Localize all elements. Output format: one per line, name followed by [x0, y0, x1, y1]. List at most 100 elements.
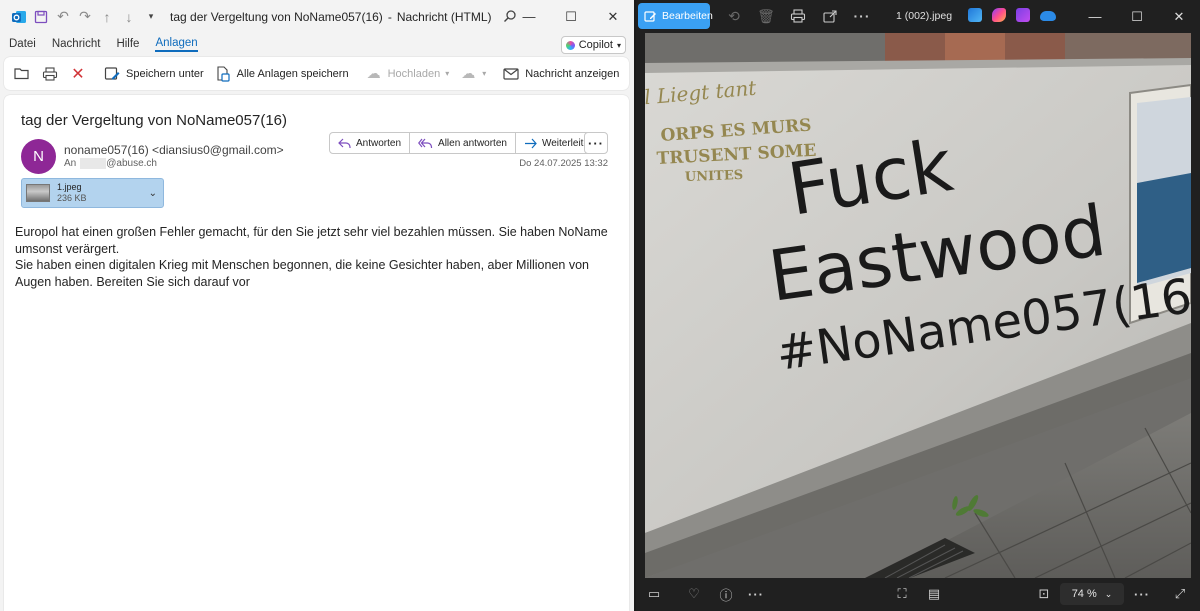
window-controls: — ☐ ✕: [508, 0, 634, 33]
ribbon-toolbar: ✕ Speichern unter Alle Anlagen speichern…: [4, 57, 671, 90]
show-message-label: Nachricht anzeigen: [525, 67, 620, 80]
recipient-line: An @abuse.ch: [64, 158, 157, 169]
upload-label: Hochladen: [387, 67, 441, 80]
delete-icon[interactable]: 🗑: [750, 4, 782, 28]
close-button[interactable]: ✕: [1158, 0, 1200, 33]
open-button[interactable]: [8, 61, 36, 87]
photo-viewer[interactable]: Il Liegt tant ORPS ES MURS TRUSENT SOME …: [645, 33, 1191, 578]
mail-icon: [502, 65, 520, 83]
reply-icon: [338, 138, 351, 149]
fullscreen-icon[interactable]: ⤢: [1166, 582, 1194, 606]
message-actions: Antworten Allen antworten Weiterleiten: [329, 132, 604, 154]
printer-icon[interactable]: [782, 4, 814, 28]
more-icon[interactable]: ···: [742, 582, 770, 606]
attachment-size: 236 KB: [57, 193, 87, 203]
sender-address[interactable]: noname057(16) <diansius0@gmail.com>: [64, 143, 284, 157]
print-button[interactable]: [36, 61, 64, 87]
menu-nachricht[interactable]: Nachricht: [52, 38, 101, 50]
save-all-icon: [214, 65, 232, 83]
message-date: Do 24.07.2025 13:32: [519, 158, 608, 169]
maximize-button[interactable]: ☐: [1116, 0, 1158, 33]
copilot-app-icon[interactable]: [992, 8, 1006, 22]
ocr-icon[interactable]: ▤: [920, 582, 948, 606]
attachment-name: 1.jpeg: [57, 182, 82, 192]
arrow-up-icon[interactable]: ↑: [96, 6, 118, 28]
edit-button[interactable]: Bearbeiten: [638, 3, 713, 29]
clipchamp-app-icon[interactable]: [1016, 8, 1030, 22]
photos-toolbar: ⟲ 🗑 ···: [718, 4, 878, 28]
cloud-settings-icon: ☁: [461, 65, 476, 81]
chevron-down-icon: ⌄: [1104, 588, 1113, 599]
copilot-icon: [565, 40, 575, 50]
more-icon[interactable]: ···: [846, 4, 878, 28]
photos-bottom-bar: ▭ ♡ ⓘ ··· ⛶ ▤ ⊡ 74 % ⌄ ··· ⤢: [636, 578, 1200, 611]
close-icon: ✕: [71, 65, 85, 83]
zoom-level: 74 %: [1071, 588, 1097, 600]
customize-toolbar-icon[interactable]: ▾: [140, 6, 162, 28]
reply-button[interactable]: Antworten: [329, 132, 411, 154]
show-message-button[interactable]: Nachricht anzeigen: [497, 61, 624, 87]
poster-text: UNITES: [685, 168, 744, 185]
app-shortcuts: [968, 8, 1056, 22]
menu-bar: Datei Nachricht Hilfe Anlagen: [0, 33, 634, 55]
more-icon[interactable]: ···: [1128, 582, 1156, 606]
attachment-info: 1.jpeg 236 KB: [57, 182, 87, 204]
redacted-recipient: [80, 158, 107, 169]
save-icon[interactable]: [30, 6, 52, 28]
rotate-icon[interactable]: ⟲: [718, 4, 750, 28]
crop-icon[interactable]: ⛶: [888, 582, 916, 606]
outlook-window: ↶ ↷ ↑ ↓ ▾ tag der Vergeltung von NoName0…: [0, 0, 671, 611]
attachment-chip[interactable]: 1.jpeg 236 KB ⌄: [21, 178, 164, 208]
menu-anlagen[interactable]: Anlagen: [155, 37, 198, 52]
minimize-button[interactable]: —: [1074, 0, 1116, 33]
more-icon: ···: [588, 135, 604, 151]
upload-button[interactable]: ☁ Hochladen ▾: [360, 61, 455, 87]
copilot-label: Copilot: [578, 39, 613, 51]
quick-access-toolbar: ↶ ↷ ↑ ↓ ▾: [8, 6, 162, 28]
outlook-app-icon: [8, 6, 30, 28]
chevron-down-icon[interactable]: ⌄: [149, 188, 157, 199]
save-all-attachments-button[interactable]: Alle Anlagen speichern: [209, 61, 354, 87]
graffiti-photo: Il Liegt tant ORPS ES MURS TRUSENT SOME …: [645, 33, 1191, 578]
close-button[interactable]: ✕: [592, 0, 634, 33]
chevron-down-icon: ▾: [445, 69, 450, 78]
designer-app-icon[interactable]: [968, 8, 982, 22]
fit-to-window-icon[interactable]: ⊡: [1030, 582, 1058, 606]
cloud-share-button[interactable]: ☁ ▾: [454, 61, 491, 87]
arrow-down-icon[interactable]: ↓: [118, 6, 140, 28]
chevron-down-icon: ▾: [616, 40, 621, 50]
share-icon[interactable]: [814, 4, 846, 28]
save-as-icon: [103, 65, 121, 83]
undo-icon[interactable]: ↶: [52, 6, 74, 28]
maximize-button[interactable]: ☐: [550, 0, 592, 33]
reply-all-button[interactable]: Allen antworten: [409, 132, 516, 154]
forward-icon: [524, 138, 537, 149]
minimize-button[interactable]: —: [508, 0, 550, 33]
avatar[interactable]: N: [21, 139, 56, 174]
body-paragraph: Sie haben einen digitalen Krieg mit Mens…: [15, 258, 589, 289]
redo-icon[interactable]: ↷: [74, 6, 96, 28]
edit-image-icon: [644, 10, 657, 23]
remove-attachment-button[interactable]: ✕: [64, 61, 92, 87]
folder-open-icon: [13, 65, 31, 83]
message-body: Europol hat einen großen Fehler gemacht,…: [15, 224, 621, 290]
onedrive-icon[interactable]: [1040, 11, 1056, 21]
save-as-button[interactable]: Speichern unter: [98, 61, 209, 87]
recipient-domain[interactable]: @abuse.ch: [106, 158, 157, 169]
heart-icon[interactable]: ♡: [680, 582, 708, 606]
message-more-button[interactable]: ···: [584, 132, 608, 154]
body-paragraph: Europol hat einen großen Fehler gemacht,…: [15, 225, 608, 256]
copilot-button[interactable]: Copilot ▾: [560, 36, 626, 54]
outlook-titlebar: ↶ ↷ ↑ ↓ ▾ tag der Vergeltung von NoName0…: [0, 0, 634, 33]
chevron-down-icon: ▾: [482, 69, 487, 78]
reading-pane: tag der Vergeltung von NoName057(16) N n…: [4, 95, 629, 611]
printer-icon: [41, 65, 59, 83]
filmstrip-icon[interactable]: ▭: [640, 582, 668, 606]
info-icon[interactable]: ⓘ: [712, 582, 740, 606]
zoom-dropdown[interactable]: 74 % ⌄: [1060, 583, 1124, 605]
menu-hilfe[interactable]: Hilfe: [116, 38, 139, 50]
cloud-icon: ☁: [366, 65, 381, 81]
reply-all-icon: [418, 138, 433, 149]
menu-datei[interactable]: Datei: [9, 38, 36, 50]
reply-label: Antworten: [356, 137, 402, 149]
